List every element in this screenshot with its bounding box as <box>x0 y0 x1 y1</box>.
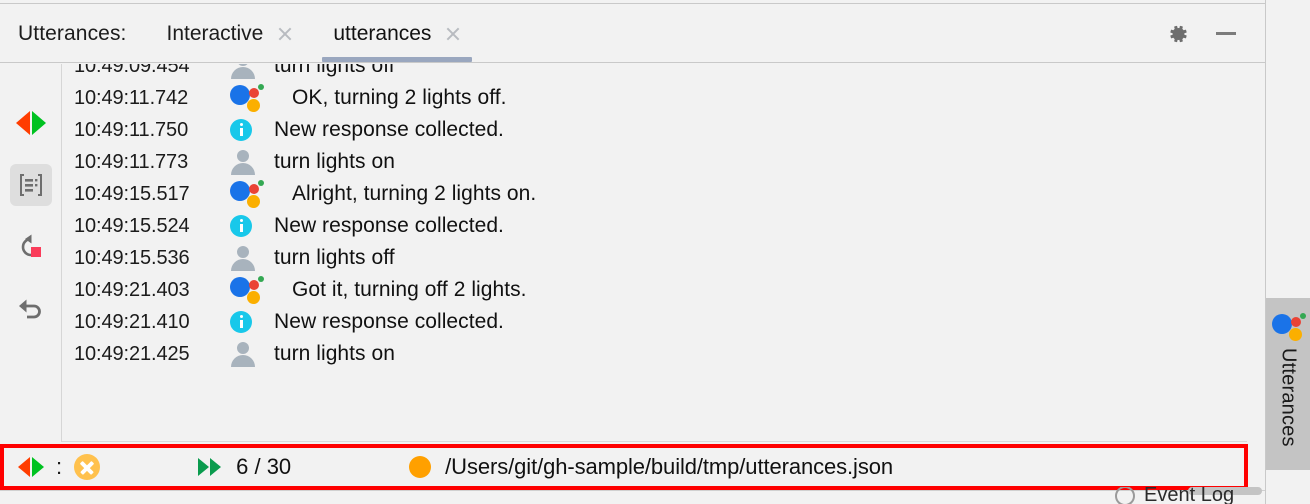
log-row[interactable]: 10:49:21.403 Got it, turning off 2 lights… <box>74 274 1247 306</box>
soft-wrap-button[interactable] <box>9 164 52 206</box>
minimize-icon <box>1216 32 1236 35</box>
panel-separator <box>62 441 1247 442</box>
assistant-icon <box>230 83 266 113</box>
user-icon <box>230 149 256 175</box>
right-tool-strip: Utterances <box>1265 0 1310 504</box>
undo-button[interactable] <box>10 288 52 330</box>
minimize-button[interactable] <box>1213 21 1239 47</box>
user-icon <box>230 341 256 367</box>
soft-wrap-icon <box>19 174 42 196</box>
status-file-group: /Users/git/gh-sample/build/tmp/utterance… <box>409 454 893 480</box>
play-pair-icon[interactable] <box>18 457 44 477</box>
log-row[interactable]: 10:49:09.454 turn lights off <box>74 64 1247 82</box>
event-log-button[interactable]: Event Log <box>1115 487 1234 504</box>
log-row-icon <box>224 179 274 209</box>
status-bar-highlight: : 6 / 30 /Users/git/gh-sample/build/tmp/… <box>0 444 1248 490</box>
rerun-stop-button[interactable] <box>10 226 52 268</box>
log-row-icon <box>224 64 274 79</box>
tab-strip: Interactive utterances <box>146 5 481 62</box>
log-timestamp: 10:49:09.454 <box>74 64 190 77</box>
log-row[interactable]: 10:49:15.517 Alright, turning 2 lights on… <box>74 178 1247 210</box>
undo-arrow-icon <box>18 299 41 319</box>
log-row-icon <box>224 341 274 367</box>
page-title: Utterances: <box>18 21 127 45</box>
log-message: New response collected. <box>274 118 504 141</box>
log-row[interactable]: 10:49:11.750 New response collected. <box>74 114 1247 146</box>
circle-outline-icon <box>1115 487 1135 504</box>
event-log-label: Event Log <box>1144 487 1235 504</box>
x-circle-icon[interactable] <box>74 454 101 480</box>
orange-dot-icon <box>409 456 432 478</box>
file-path-label[interactable]: /Users/git/gh-sample/build/tmp/utterance… <box>445 454 893 480</box>
log-row[interactable]: 10:49:11.742 OK, turning 2 lights off. <box>74 82 1247 114</box>
log-row-icon <box>224 311 274 333</box>
log-message: OK, turning 2 lights off. <box>292 86 507 109</box>
info-icon <box>230 311 252 333</box>
log-row-icon <box>224 119 274 141</box>
utterances-tool-window: Utterances: Interactive utterances 10:49… <box>0 0 1310 504</box>
log-timestamp: 10:49:21.403 <box>74 278 190 301</box>
log-row-icon <box>224 245 274 271</box>
log-row-icon <box>224 215 274 237</box>
utterances-log-list: 10:49:09.454 turn lights off 10:49:11.742 O… <box>62 64 1247 370</box>
assistant-icon <box>230 179 266 209</box>
status-progress-group: 6 / 30 <box>198 454 291 480</box>
log-row-icon <box>224 149 274 175</box>
gear-icon <box>1170 25 1187 42</box>
log-message: Got it, turning off 2 lights. <box>292 278 527 301</box>
log-timestamp: 10:49:21.410 <box>74 310 190 333</box>
close-icon[interactable] <box>277 26 293 42</box>
log-timestamp: 10:49:15.524 <box>74 214 190 237</box>
log-timestamp: 10:49:15.517 <box>74 182 190 205</box>
log-message: Alright, turning 2 lights on. <box>292 182 537 205</box>
log-message: turn lights off <box>274 64 395 77</box>
log-message: turn lights on <box>274 150 395 173</box>
log-row[interactable]: 10:49:21.425 turn lights on <box>74 338 1247 370</box>
status-nav-group: : <box>4 454 101 480</box>
log-row[interactable]: 10:49:15.524 New response collected. <box>74 210 1247 242</box>
settings-button[interactable] <box>1165 21 1191 47</box>
status-separator: : <box>56 454 63 480</box>
header-actions <box>1165 21 1265 47</box>
log-row[interactable]: 10:49:15.536 turn lights off <box>74 242 1247 274</box>
rerun-stop-icon <box>21 234 41 257</box>
user-icon <box>230 245 256 271</box>
log-message: turn lights on <box>274 342 395 365</box>
play-pair-icon <box>15 111 46 135</box>
tab-interactive-label: Interactive <box>166 21 264 45</box>
info-icon <box>230 215 252 237</box>
tool-window-header: Utterances: Interactive utterances <box>0 5 1265 63</box>
tool-window-button-utterances[interactable]: Utterances <box>1266 298 1310 470</box>
tab-utterances-label: utterances <box>333 21 432 45</box>
tool-window-label: Utterances <box>1277 348 1300 447</box>
log-timestamp: 10:49:11.773 <box>74 150 189 173</box>
log-row[interactable]: 10:49:11.773 turn lights on <box>74 146 1247 178</box>
close-icon[interactable] <box>445 26 461 42</box>
log-message: New response collected. <box>274 214 504 237</box>
window-top-divider <box>0 0 1265 4</box>
log-message: turn lights off <box>274 246 395 269</box>
left-toolbar <box>0 64 62 442</box>
info-icon <box>230 119 252 141</box>
tab-utterances[interactable]: utterances <box>313 5 481 62</box>
log-row-icon <box>224 275 274 305</box>
tab-interactive[interactable]: Interactive <box>146 5 313 62</box>
bottom-status-area <box>0 490 1265 504</box>
log-timestamp: 10:49:21.425 <box>74 342 190 365</box>
active-tab-indicator <box>322 57 473 62</box>
log-timestamp: 10:49:11.742 <box>74 86 189 109</box>
log-row-icon <box>224 83 274 113</box>
step-navigation-button[interactable] <box>10 102 52 144</box>
progress-count: 6 / 30 <box>236 454 292 479</box>
log-timestamp: 10:49:15.536 <box>74 246 190 269</box>
assistant-icon <box>1272 312 1306 341</box>
status-bar: : 6 / 30 /Users/git/gh-sample/build/tmp/… <box>4 448 1244 486</box>
log-row[interactable]: 10:49:21.410 New response collected. <box>74 306 1247 338</box>
fast-forward-icon <box>198 458 224 476</box>
log-timestamp: 10:49:11.750 <box>74 118 189 141</box>
log-message: New response collected. <box>274 310 504 333</box>
user-icon <box>230 64 256 79</box>
assistant-icon <box>230 275 266 305</box>
utterances-log-panel[interactable]: 10:49:09.454 turn lights off 10:49:11.742 O… <box>62 64 1247 442</box>
